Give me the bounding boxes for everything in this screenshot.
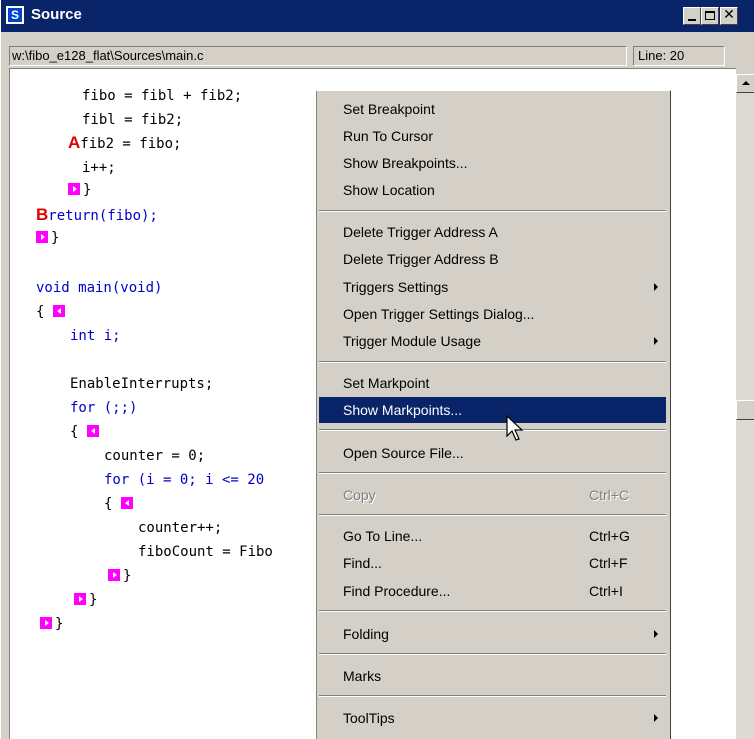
arrow-up-icon (742, 81, 750, 85)
scroll-thumb[interactable] (736, 400, 754, 420)
menu-item-run-to-cursor[interactable]: Run To Cursor (319, 123, 666, 149)
fold-marker-icon[interactable] (52, 305, 65, 317)
fold-marker-icon[interactable] (86, 425, 99, 437)
code-line[interactable]: fibl = fib2; (82, 111, 183, 129)
menu-item-delete-trigger-a[interactable]: Delete Trigger Address A (319, 219, 666, 245)
context-menu: Set Breakpoint Run To Cursor Show Breakp… (315, 90, 671, 739)
menu-item-folding[interactable]: Folding (319, 621, 666, 647)
maximize-icon (705, 11, 715, 20)
menu-item-copy[interactable]: Copy Ctrl+C (319, 482, 666, 508)
code-line[interactable]: counter = 0; (104, 447, 205, 465)
menu-item-trigger-module-usage[interactable]: Trigger Module Usage (319, 328, 666, 354)
menu-item-open-source-file[interactable]: Open Source File... (319, 440, 666, 466)
menu-item-show-location[interactable]: Show Location (319, 177, 666, 203)
menu-separator (319, 361, 666, 363)
menu-item-open-trigger-dialog[interactable]: Open Trigger Settings Dialog... (319, 301, 666, 327)
code-line[interactable]: fibo = fibl + fib2; (82, 87, 242, 105)
menu-item-marks[interactable]: Marks (319, 663, 666, 689)
menu-item-tooltips[interactable]: ToolTips (319, 705, 666, 731)
trigger-b-marker[interactable]: B (36, 205, 48, 224)
code-line[interactable]: { (36, 303, 68, 321)
code-line[interactable]: i++; (82, 159, 116, 177)
fold-marker-icon[interactable] (36, 231, 48, 243)
source-window: S Source ✕ w:\fibo_e128_flat\Sources\mai… (0, 0, 754, 739)
minimize-icon (688, 19, 696, 21)
submenu-arrow-icon (654, 337, 658, 345)
menu-separator (319, 472, 666, 474)
minimize-button[interactable] (683, 7, 701, 25)
menu-item-find-procedure[interactable]: Find Procedure... Ctrl+I (319, 578, 666, 604)
menu-separator (319, 610, 666, 612)
submenu-arrow-icon (654, 630, 658, 638)
code-line[interactable]: void main(void) (36, 279, 162, 297)
menu-item-set-breakpoint[interactable]: Set Breakpoint (319, 96, 666, 122)
vertical-scrollbar[interactable] (736, 74, 754, 739)
code-line[interactable]: } (40, 615, 63, 633)
trigger-a-marker[interactable]: A (68, 133, 80, 152)
fold-marker-icon[interactable] (68, 183, 80, 195)
code-line[interactable]: } (36, 229, 59, 247)
code-line[interactable]: Afib2 = fibo; (68, 133, 181, 152)
window-title: Source (31, 6, 82, 23)
code-line[interactable]: } (74, 591, 97, 609)
code-line[interactable]: } (68, 181, 91, 199)
mouse-pointer-icon (506, 415, 524, 441)
maximize-button[interactable] (701, 7, 719, 25)
fold-marker-icon[interactable] (40, 617, 52, 629)
submenu-arrow-icon (654, 283, 658, 291)
menu-item-show-markpoints[interactable]: Show Markpoints... (319, 397, 666, 423)
code-line[interactable]: counter++; (138, 519, 222, 537)
menu-item-go-to-line[interactable]: Go To Line... Ctrl+G (319, 523, 666, 549)
app-icon[interactable]: S (5, 5, 25, 25)
menu-item-find[interactable]: Find... Ctrl+F (319, 550, 666, 576)
file-path-field: w:\fibo_e128_flat\Sources\main.c (9, 46, 627, 66)
code-line[interactable]: { (70, 423, 102, 441)
line-indicator: Line: 20 (633, 46, 725, 66)
code-line[interactable]: for (i = 0; i <= 20 (104, 471, 264, 489)
code-line[interactable]: { (104, 495, 136, 513)
fold-marker-icon[interactable] (74, 593, 86, 605)
menu-item-delete-trigger-b[interactable]: Delete Trigger Address B (319, 246, 666, 272)
menu-item-show-breakpoints[interactable]: Show Breakpoints... (319, 150, 666, 176)
menu-separator (319, 210, 666, 212)
code-line[interactable]: } (108, 567, 131, 585)
menu-item-triggers-settings[interactable]: Triggers Settings (319, 274, 666, 300)
fold-marker-icon[interactable] (108, 569, 120, 581)
menu-separator (319, 695, 666, 697)
title-bar[interactable]: S Source ✕ (1, 0, 754, 32)
code-line[interactable]: EnableInterrupts; (70, 375, 213, 393)
fold-marker-icon[interactable] (120, 497, 133, 509)
code-line[interactable]: Breturn(fibo); (36, 205, 158, 224)
menu-separator (319, 653, 666, 655)
code-line[interactable]: fiboCount = Fibo (138, 543, 273, 561)
menu-separator (319, 429, 666, 431)
close-icon: ✕ (723, 7, 735, 23)
menu-separator (319, 514, 666, 516)
close-button[interactable]: ✕ (720, 7, 738, 25)
menu-item-set-markpoint[interactable]: Set Markpoint (319, 370, 666, 396)
scroll-up-button[interactable] (736, 74, 754, 93)
code-line[interactable]: int i; (70, 327, 121, 345)
code-line[interactable]: for (;;) (70, 399, 137, 417)
submenu-arrow-icon (654, 714, 658, 722)
